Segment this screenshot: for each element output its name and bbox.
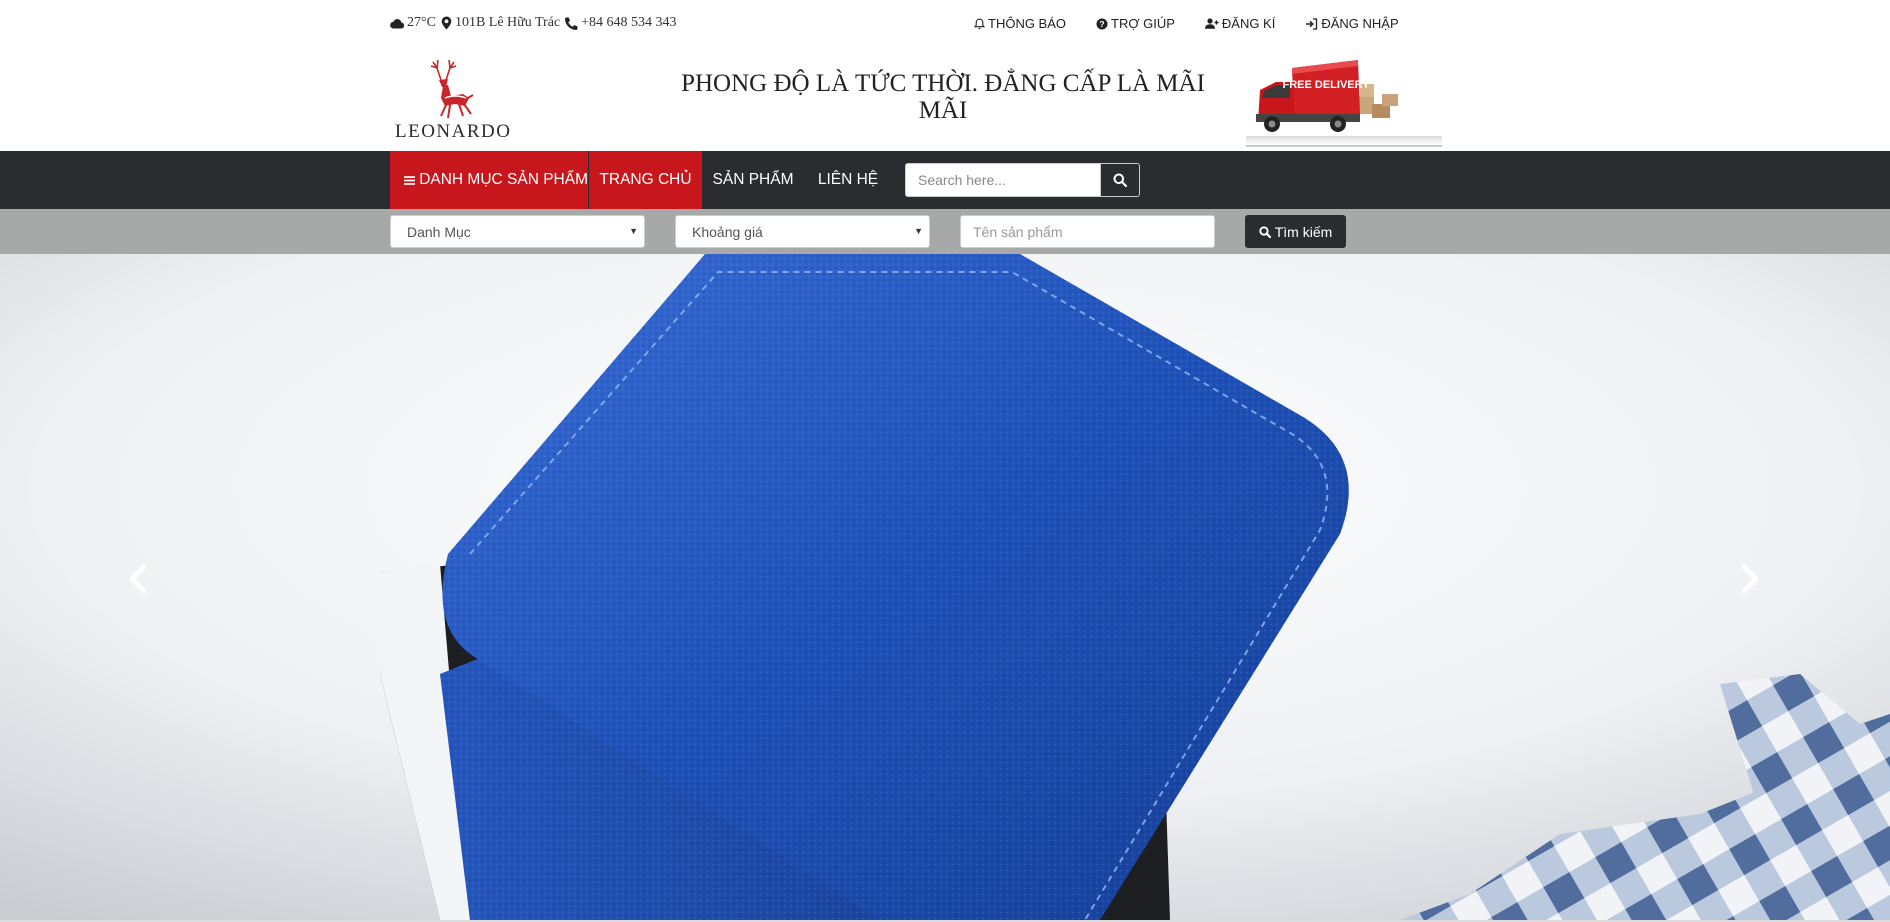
nav-item-home[interactable]: TRANG CHỦ [589,151,702,209]
product-filter-bar: Danh Mục ▼ Khoảng giá ▼ Tìm kiếm [0,209,1890,254]
register-label: ĐĂNG KÍ [1221,16,1276,31]
notifications-link[interactable]: THÔNG BÁO [974,16,1066,31]
cloud-icon [390,18,404,29]
nav-item-contact[interactable]: LIÊN HỆ [804,151,892,209]
bell-icon [974,18,985,29]
phone-icon [565,16,578,30]
free-delivery-banner: FREE DELIVERY [1246,56,1442,148]
search-input[interactable] [905,163,1101,197]
caret-down-icon: ▼ [914,226,923,236]
price-range-select[interactable]: Khoảng giá ▼ [675,215,930,248]
address-text: 101B Lê Hữu Trác [454,15,561,30]
caret-down-icon: ▼ [629,226,638,236]
search-button[interactable] [1100,163,1140,197]
deer-logo-icon [430,59,474,119]
login-label: ĐĂNG NHẬP [1321,16,1399,31]
category-menu-label: DANH MỤC SẢN PHẨM [419,171,588,188]
brand-logo[interactable]: LEONARDO [393,54,510,146]
chevron-right-icon [1741,564,1759,594]
sign-in-icon [1306,17,1318,30]
delivery-truck-icon: FREE DELIVERY [1246,60,1442,148]
register-link[interactable]: ĐĂNG KÍ [1204,16,1276,31]
carousel-next-button[interactable] [1730,554,1770,604]
map-marker-icon [441,16,452,30]
category-select-value: Danh Mục [407,223,471,240]
product-name-input[interactable] [960,215,1215,248]
search-icon [1259,225,1271,238]
phone-text: +84 648 534 343 [581,15,677,30]
price-range-select-value: Khoảng giá [692,223,763,240]
category-menu-button[interactable]: DANH MỤC SẢN PHẨM [390,151,588,209]
weather-text: 27°C [407,15,436,30]
phone-info: +84 648 534 343 [565,15,677,31]
chevron-left-icon [129,564,147,594]
bars-icon [404,175,416,185]
nav-item-products[interactable]: SẢN PHẨM [702,151,804,209]
filter-search-button[interactable]: Tìm kiếm [1245,215,1346,248]
notifications-label: THÔNG BÁO [988,16,1067,31]
site-header: LEONARDO PHONG ĐỘ LÀ TỨC THỜI. ĐẲNG CẤP … [0,48,1890,151]
main-navigation: DANH MỤC SẢN PHẨM TRANG CHỦ SẢN PHẨM LIÊ… [0,151,1890,209]
hero-carousel [0,254,1890,920]
brand-name: LEONARDO [395,121,512,142]
category-select[interactable]: Danh Mục ▼ [390,215,645,248]
login-link[interactable]: ĐĂNG NHẬP [1305,16,1399,31]
free-delivery-text: FREE DELIVERY [1283,79,1371,91]
carousel-prev-button[interactable] [118,554,158,604]
help-link[interactable]: ? TRỢ GIÚP [1096,16,1175,31]
carousel-slide-image [0,254,1890,920]
user-plus-icon [1204,18,1219,29]
weather-info: 27°C [390,15,436,31]
contact-info: 27°C 101B Lê Hữu Trác +84 648 534 343 [390,15,682,31]
top-info-bar: 27°C 101B Lê Hữu Trác +84 648 534 343 TH… [0,0,1890,48]
address-info: 101B Lê Hữu Trác [441,15,560,31]
svg-text:?: ? [1099,19,1104,29]
search-icon [1113,173,1127,187]
site-slogan: PHONG ĐỘ LÀ TỨC THỜI. ĐẲNG CẤP LÀ MÃI MÃ… [681,70,1205,124]
question-circle-icon: ? [1096,18,1108,29]
help-label: TRỢ GIÚP [1111,16,1175,31]
account-links: THÔNG BÁO ? TRỢ GIÚP ĐĂNG KÍ ĐĂNG NHẬP [974,16,1399,31]
filter-search-label: Tìm kiếm [1274,223,1333,240]
